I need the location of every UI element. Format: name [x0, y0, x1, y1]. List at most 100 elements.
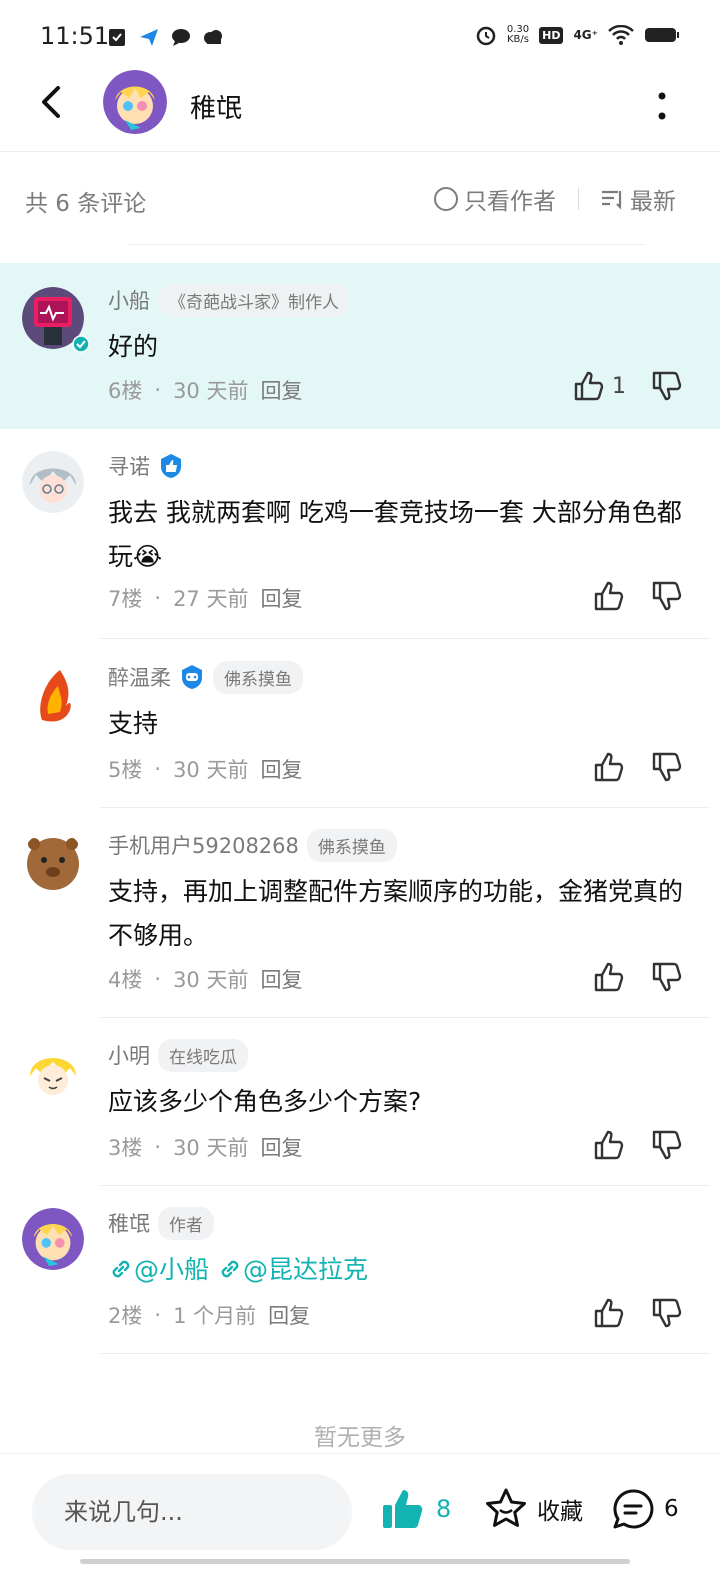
- comments-button[interactable]: 6: [610, 1486, 679, 1532]
- comment-bubble-icon: [613, 1489, 654, 1529]
- avatar[interactable]: [103, 70, 167, 134]
- notification-icons: [106, 26, 224, 48]
- dot-separator: ·: [154, 1303, 162, 1327]
- thumbs-up-icon[interactable]: [592, 960, 626, 994]
- avatar[interactable]: [22, 830, 84, 892]
- alarm-icon: [476, 26, 496, 46]
- comment-body: 醉温柔 佛系摸鱼 支持: [108, 660, 690, 746]
- thumbs-down-icon[interactable]: [650, 1296, 684, 1330]
- comment-item: 寻诺 我去 我就两套啊 吃鸡一套竞技场一套 大部分角色都玩😭 7楼 · 27 天前…: [0, 429, 720, 639]
- only-author-toggle[interactable]: 只看作者: [434, 182, 556, 216]
- comment-actions: [592, 750, 684, 784]
- status-time: 11:51: [40, 22, 110, 50]
- comment-input[interactable]: 来说几句...: [32, 1474, 352, 1550]
- bottom-bar: 来说几句... 8 收藏 6: [0, 1453, 720, 1573]
- user-name[interactable]: 寻诺: [108, 451, 150, 481]
- floor-number: 4楼: [108, 968, 143, 992]
- comment-item: 醉温柔 佛系摸鱼 支持 5楼 · 30 天前 回复: [0, 640, 720, 808]
- like-post-button[interactable]: 8: [380, 1486, 451, 1532]
- user-name[interactable]: 醉温柔: [108, 662, 171, 692]
- comment-count: 6: [664, 1496, 679, 1522]
- thumbs-up-icon[interactable]: [592, 579, 626, 613]
- thumbs-up-icon: [574, 371, 604, 401]
- dot-separator: ·: [154, 1135, 162, 1159]
- thumbs-up-icon[interactable]: [592, 1296, 626, 1330]
- avatar[interactable]: [22, 662, 84, 724]
- like-count: 1: [612, 373, 626, 399]
- reply-button[interactable]: 回复: [260, 964, 302, 994]
- comment-actions: [592, 579, 684, 613]
- chat-bubble-icon: [172, 29, 190, 46]
- thumbs-up-icon[interactable]: [592, 1128, 626, 1162]
- only-author-label: 只看作者: [464, 189, 556, 215]
- comment-actions: [592, 960, 684, 994]
- favorite-label: 收藏: [537, 1499, 583, 1525]
- reply-button[interactable]: 回复: [260, 583, 302, 613]
- thumbs-down-icon[interactable]: [650, 960, 684, 994]
- user-tag: 佛系摸鱼: [213, 660, 303, 694]
- like-button[interactable]: 1: [572, 369, 626, 403]
- avatar-image: [22, 830, 84, 892]
- comment-meta: 4楼 · 30 天前 回复: [108, 964, 302, 994]
- comment-time: 27 天前: [173, 587, 249, 611]
- comment-time: 30 天前: [173, 1136, 249, 1160]
- comment-text: @小船 @昆达拉克: [108, 1248, 690, 1292]
- reply-button[interactable]: 回复: [260, 375, 302, 405]
- comment-header: 手机用户59208268 佛系摸鱼: [108, 828, 690, 862]
- avatar[interactable]: [22, 1040, 84, 1102]
- wifi-icon: [608, 25, 634, 45]
- link-icon: [112, 1260, 130, 1278]
- user-name[interactable]: 手机用户59208268: [108, 830, 299, 860]
- comment-header: 小明 在线吃瓜: [108, 1038, 690, 1072]
- reply-button[interactable]: 回复: [268, 1300, 310, 1330]
- avatar[interactable]: [22, 451, 84, 513]
- thumbs-down-icon[interactable]: [650, 369, 684, 403]
- user-name[interactable]: 稚氓: [108, 1208, 150, 1238]
- floor-number: 5楼: [108, 758, 143, 782]
- user-tag: 《奇葩战斗家》制作人: [158, 283, 350, 317]
- thumbs-down-icon[interactable]: [650, 750, 684, 784]
- comment-header: 稚氓 作者: [108, 1206, 690, 1240]
- thumbs-up-icon[interactable]: [592, 750, 626, 784]
- comment-body: 稚氓 作者 @小船 @昆达拉克: [108, 1206, 690, 1292]
- comment-text: 我去 我就两套啊 吃鸡一套竞技场一套 大部分角色都玩😭: [108, 498, 682, 571]
- avatar[interactable]: [22, 1208, 84, 1270]
- mention-link[interactable]: @昆达拉克: [217, 1255, 368, 1284]
- thumbs-down-icon[interactable]: [650, 579, 684, 613]
- comment-meta: 3楼 · 30 天前 回复: [108, 1132, 302, 1162]
- reply-button[interactable]: 回复: [260, 1132, 302, 1162]
- divider: [100, 1353, 710, 1354]
- comment-body: 手机用户59208268 佛系摸鱼 支持，再加上调整配件方案顺序的功能，金猪党真…: [108, 828, 690, 958]
- more-options-icon[interactable]: [648, 88, 676, 124]
- thumbs-down-icon[interactable]: [650, 1128, 684, 1162]
- network-type: 4G⁺: [573, 28, 598, 42]
- sort-icon: [602, 190, 622, 210]
- mention-link[interactable]: @小船: [108, 1255, 209, 1284]
- home-indicator[interactable]: [80, 1559, 630, 1564]
- avatar-image: [22, 662, 84, 724]
- comment-time: 30 天前: [173, 758, 249, 782]
- comment-meta: 6楼 · 30 天前 回复: [108, 375, 302, 405]
- dot-separator: ·: [154, 757, 162, 781]
- gamepad-badge-icon: [182, 665, 202, 689]
- hd-badge: HD: [539, 26, 564, 44]
- like-count: 8: [436, 1495, 452, 1523]
- reply-button[interactable]: 回复: [260, 754, 302, 784]
- favorite-button[interactable]: 收藏: [483, 1486, 583, 1532]
- user-name[interactable]: 小明: [108, 1040, 150, 1070]
- comment-meta: 2楼 · 1 个月前 回复: [108, 1300, 310, 1330]
- back-arrow-icon[interactable]: [30, 80, 74, 124]
- author-tag: 作者: [158, 1206, 214, 1240]
- comment-text: 支持，再加上调整配件方案顺序的功能，金猪党真的不够用。: [108, 877, 684, 950]
- system-status-icons: 0.30 KB/s HD 4G⁺: [475, 24, 680, 46]
- sort-button[interactable]: 最新: [600, 182, 676, 216]
- comment-header: 醉温柔 佛系摸鱼: [108, 660, 690, 694]
- dot-separator: ·: [154, 967, 162, 991]
- comment-item: 小船 《奇葩战斗家》制作人 好的 6楼 · 30 天前 回复 1: [0, 263, 720, 429]
- floor-number: 7楼: [108, 587, 143, 611]
- dot-separator: ·: [154, 378, 162, 402]
- thumbs-badge-icon: [161, 454, 181, 478]
- net-speed: 0.30 KB/s: [506, 24, 530, 45]
- no-more-label: 暂无更多: [314, 1425, 406, 1451]
- user-name[interactable]: 小船: [108, 285, 150, 315]
